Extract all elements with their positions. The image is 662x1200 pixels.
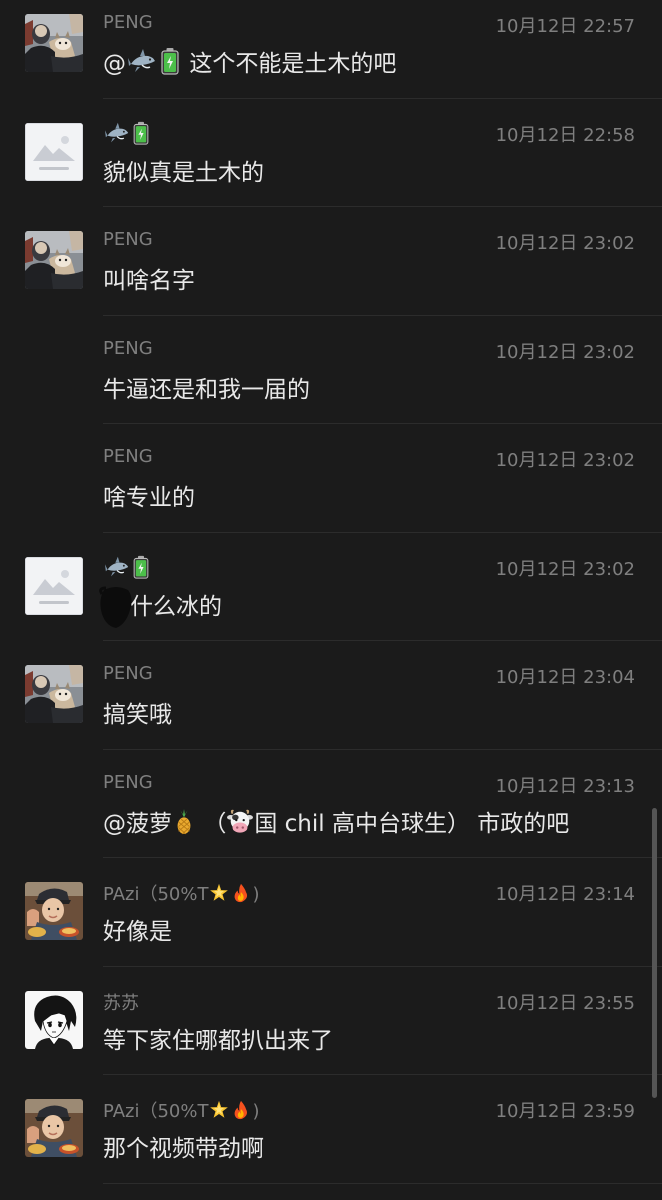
message-text: 貌似真是土木的 bbox=[103, 159, 264, 186]
timestamp: 10月12日 23:04 bbox=[495, 667, 635, 688]
pineapple-emoji-icon bbox=[173, 809, 195, 835]
avatar[interactable] bbox=[25, 1099, 83, 1157]
timestamp: 10月12日 23:02 bbox=[495, 233, 635, 254]
message-item: 苏苏 10月12日 23:55 等下家住哪都扒出来了 bbox=[0, 967, 662, 1076]
sender-name[interactable]: PENG bbox=[103, 229, 153, 250]
message-item: PENG 10月12日 23:02 叫啥名字 bbox=[0, 207, 662, 316]
sender-name[interactable]: 苏苏 bbox=[103, 989, 139, 1015]
message-item: PENG 10月12日 23:13 @菠萝 （ 国 chil 高中台球生） 市政的… bbox=[0, 750, 662, 859]
message-item: PENG 10月12日 23:02 牛逼还是和我一届的 bbox=[0, 316, 662, 425]
message-item: PAzi（50%T) 10月12日 23:59 那个视频带劲啊 bbox=[0, 1075, 662, 1184]
avatar[interactable] bbox=[25, 14, 83, 72]
shark-emoji-icon bbox=[127, 47, 157, 75]
message-text: @菠萝 （ 国 chil 高中台球生） 市政的吧 bbox=[103, 804, 569, 838]
message-item: PENG 10月12日 23:02 啥专业的 bbox=[0, 424, 662, 533]
avatar[interactable] bbox=[25, 231, 83, 289]
sender-text: PAzi（50%T bbox=[103, 1101, 209, 1122]
battery-emoji-icon bbox=[132, 555, 150, 579]
timestamp: 10月12日 23:02 bbox=[495, 341, 635, 363]
fire-emoji-icon bbox=[231, 1100, 251, 1120]
cow-emoji-icon bbox=[227, 809, 253, 835]
avatar[interactable] bbox=[25, 882, 83, 940]
message-text: 啥专业的 bbox=[103, 485, 195, 511]
timestamp: 10月12日 23:02 bbox=[495, 558, 635, 580]
timestamp: 10月12日 23:55 bbox=[495, 992, 635, 1014]
glowing-star-emoji-icon bbox=[209, 883, 229, 903]
sender-name[interactable]: PENG bbox=[103, 772, 153, 793]
fire-emoji-icon bbox=[231, 883, 251, 903]
shark-emoji-icon bbox=[104, 121, 130, 145]
message-text: 搞笑哦 bbox=[103, 702, 172, 728]
message-item: 10月12日 22:58 貌似真是土木的 bbox=[0, 99, 662, 208]
message-text: 叫啥名字 bbox=[103, 268, 195, 294]
message-body: 这个不能是土木的吧 bbox=[189, 51, 397, 77]
timestamp: 10月12日 23:13 bbox=[495, 775, 635, 797]
sender-text: PAzi（50%T bbox=[103, 884, 209, 905]
mention-prefix: @ bbox=[103, 51, 126, 77]
sender-name[interactable] bbox=[103, 121, 151, 147]
paren-open: （ bbox=[203, 810, 227, 837]
message-text: 那个视频带劲啊 bbox=[103, 1136, 264, 1162]
message-item: PAzi（50%T) 10月12日 23:14 好像是 bbox=[0, 858, 662, 967]
battery-emoji-icon bbox=[132, 121, 150, 145]
sender-name[interactable]: PENG bbox=[103, 338, 153, 359]
message-text: 好像是 bbox=[103, 919, 172, 945]
redaction-scribble bbox=[99, 586, 132, 628]
sender-text-end: ) bbox=[252, 1101, 260, 1122]
sender-name[interactable]: PENG bbox=[103, 446, 153, 467]
shark-emoji-icon bbox=[104, 555, 130, 579]
avatar[interactable] bbox=[25, 991, 83, 1049]
scrollbar[interactable] bbox=[652, 808, 657, 1098]
message-body: 国 chil 高中台球生） 市政的吧 bbox=[254, 810, 570, 837]
message-text: 牛逼还是和我一届的 bbox=[103, 376, 310, 403]
sender-name[interactable]: PENG bbox=[103, 663, 153, 684]
timestamp: 10月12日 22:58 bbox=[495, 124, 635, 146]
message-item: PENG 10月12日 22:57 @ 这个不能是土木的吧 bbox=[0, 0, 662, 99]
timestamp: 10月12日 22:57 bbox=[495, 16, 635, 37]
sender-name[interactable]: PAzi（50%T) bbox=[103, 1097, 260, 1123]
message-item: PENG 10月12日 23:04 搞笑哦 bbox=[0, 641, 662, 750]
mention-text: @菠萝 bbox=[103, 810, 172, 837]
avatar-placeholder[interactable] bbox=[25, 123, 83, 181]
timestamp: 10月12日 23:14 bbox=[495, 884, 635, 905]
sender-name[interactable]: PAzi（50%T) bbox=[103, 880, 260, 906]
timestamp: 10月12日 23:59 bbox=[495, 1101, 635, 1122]
message-text: 什么冰的 bbox=[130, 593, 222, 620]
sender-name[interactable]: PENG bbox=[103, 12, 153, 33]
sender-name[interactable] bbox=[103, 555, 151, 581]
sender-text-end: ) bbox=[252, 884, 260, 905]
glowing-star-emoji-icon bbox=[209, 1100, 229, 1120]
avatar-placeholder[interactable] bbox=[25, 557, 83, 615]
message-text: 等下家住哪都扒出来了 bbox=[103, 1027, 333, 1054]
avatar[interactable] bbox=[25, 665, 83, 723]
message-text: @ 这个不能是土木的吧 bbox=[103, 44, 396, 78]
battery-emoji-icon bbox=[159, 47, 181, 75]
timestamp: 10月12日 23:02 bbox=[495, 450, 635, 471]
